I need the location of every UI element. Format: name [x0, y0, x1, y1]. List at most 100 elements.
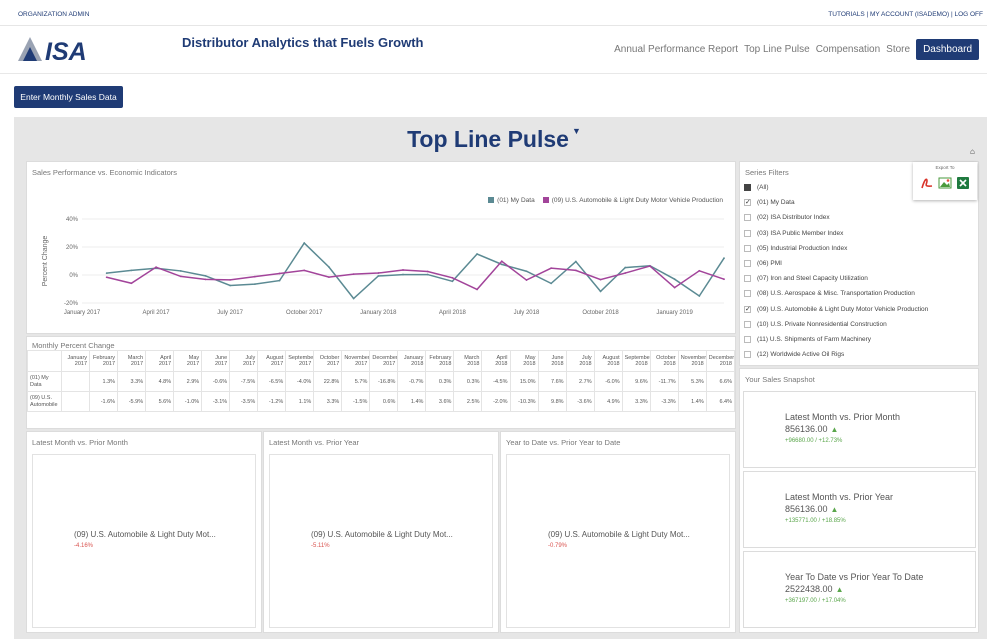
- filter-label: (12) Worldwide Active Oil Rigs: [757, 351, 845, 359]
- table-cell: 5.7%: [341, 371, 371, 392]
- data-point: [130, 269, 133, 272]
- table-cell: -1.2%: [257, 391, 287, 412]
- filter-checkbox[interactable]: [744, 290, 751, 298]
- filter-item[interactable]: (08) U.S. Aerospace & Misc. Transportati…: [744, 290, 915, 298]
- filter-item[interactable]: (12) Worldwide Active Oil Rigs: [744, 351, 845, 359]
- filter-item[interactable]: ✓ (01) My Data: [744, 199, 795, 207]
- data-point: [303, 242, 306, 244]
- data-point: [130, 282, 133, 285]
- filter-checkbox[interactable]: [744, 260, 751, 267]
- monthly-percent-change-panel: Monthly Percent Change January 2017 Febru…: [26, 336, 736, 429]
- up-arrow-icon: ▲: [835, 585, 844, 594]
- ytd-vs-prior-ytd-panel: Year to Date vs. Prior Year to Date (09)…: [500, 431, 736, 633]
- y-axis-label: Percent Change: [42, 236, 49, 287]
- data-point: [698, 295, 701, 297]
- table-cell: 0.6%: [369, 391, 399, 412]
- filter-checkbox[interactable]: [744, 351, 751, 359]
- column-header: October 2018: [649, 350, 679, 372]
- filter-item[interactable]: (06) PMI: [744, 260, 782, 267]
- filter-checkbox[interactable]: [744, 336, 751, 343]
- table-cell: -1.5%: [341, 391, 371, 412]
- column-header: July 2018: [565, 350, 595, 372]
- filter-checkbox[interactable]: [744, 214, 751, 222]
- column-header: August 2018: [593, 350, 623, 372]
- column-header: November 2018: [677, 350, 707, 372]
- column-header: April 2017: [145, 350, 175, 372]
- table-cell: -7.5%: [229, 371, 259, 392]
- data-point: [451, 276, 454, 279]
- account-links[interactable]: TUTORIALS | MY ACCOUNT (ISADEMO) | LOG O…: [828, 11, 983, 18]
- data-point: [574, 269, 577, 272]
- filter-item[interactable]: (07) Iron and Steel Capacity Utilization: [744, 275, 868, 283]
- snapshot-label: Latest Month vs. Prior Year: [785, 492, 894, 502]
- nav-dashboard-button[interactable]: Dashboard: [916, 39, 979, 60]
- title-filter-icon[interactable]: ▼: [572, 126, 581, 136]
- data-point: [377, 275, 380, 277]
- filter-checkbox[interactable]: [744, 184, 751, 191]
- table-cell: 1.4%: [397, 391, 427, 412]
- organization-admin-link[interactable]: ORGANIZATION ADMIN: [18, 11, 89, 18]
- nav-store[interactable]: Store: [886, 44, 910, 55]
- filter-checkbox[interactable]: ✓: [744, 199, 751, 207]
- table-cell: 0.3%: [453, 371, 483, 392]
- filter-label: (05) Industrial Production Index: [757, 244, 848, 252]
- logo-text: ISA: [45, 38, 87, 66]
- data-point: [278, 272, 281, 275]
- data-point: [402, 269, 404, 271]
- data-point: [352, 273, 355, 276]
- table-row: (01) My Data 1.3% 3.3% 4.8% 2.9% -0.6% -7.5% -6…: [27, 371, 736, 392]
- table-cell: -1.0%: [173, 391, 203, 412]
- snapshot-label: Latest Month vs. Prior Month: [785, 412, 901, 422]
- x-tick-label: January 2017: [64, 310, 101, 316]
- filter-item[interactable]: (10) U.S. Private Nonresidential Constru…: [744, 320, 887, 328]
- y-tick-label: 40%: [66, 217, 79, 223]
- table-cell: -3.5%: [229, 391, 259, 412]
- enter-monthly-sales-button[interactable]: Enter Monthly Sales Data: [14, 86, 123, 108]
- nav-compensation[interactable]: Compensation: [816, 44, 880, 55]
- column-header: September 2017: [285, 350, 315, 372]
- table-cell: 15.0%: [509, 371, 539, 392]
- isa-logo[interactable]: ISA: [16, 34, 106, 66]
- filter-item[interactable]: (03) ISA Public Member Index: [744, 229, 843, 237]
- x-tick-label: January 2019: [656, 310, 693, 316]
- filter-item[interactable]: (02) ISA Distributor Index: [744, 214, 830, 222]
- filter-item[interactable]: (11) U.S. Shipments of Farm Machinery: [744, 336, 871, 343]
- nav-top-line-pulse[interactable]: Top Line Pulse: [744, 44, 810, 55]
- export-excel-icon[interactable]: [956, 176, 970, 190]
- latest-month-vs-prior-month-panel: Latest Month vs. Prior Month (09) U.S. A…: [26, 431, 262, 633]
- data-point: [105, 276, 108, 279]
- filter-checkbox[interactable]: [744, 229, 751, 237]
- filter-checkbox[interactable]: [744, 275, 751, 283]
- filter-label: (All): [757, 184, 769, 191]
- table-cell: -16.8%: [369, 371, 399, 392]
- filter-item[interactable]: ✓ (09) U.S. Automobile & Light Duty Motor…: [744, 305, 929, 313]
- data-point: [179, 275, 182, 278]
- data-point: [377, 272, 380, 274]
- filter-checkbox[interactable]: [744, 244, 751, 252]
- table-cell: [60, 371, 91, 392]
- nav-annual-performance-report[interactable]: Annual Performance Report: [614, 44, 738, 55]
- table-cell: 9.6%: [621, 371, 651, 392]
- export-image-icon[interactable]: [938, 176, 952, 190]
- data-point: [500, 260, 503, 263]
- data-point: [229, 284, 232, 287]
- filter-item[interactable]: (All): [744, 184, 769, 191]
- line-chart[interactable]: 40% 20% 0% -20% Percent Change January 2017 Ap…: [27, 162, 737, 335]
- filter-label: (09) U.S. Automobile & Light Duty Motor …: [757, 305, 929, 313]
- export-pdf-icon[interactable]: [920, 176, 934, 190]
- table-cell: 2.7%: [565, 371, 595, 392]
- filter-checkbox[interactable]: [744, 320, 751, 328]
- filter-checkbox[interactable]: ✓: [744, 305, 751, 313]
- table-cell: 1.4%: [677, 391, 707, 412]
- x-tick-label: April 2018: [439, 310, 467, 316]
- snapshot-card: Latest Month vs. Prior Year 856136.00 ▲ +…: [743, 471, 976, 548]
- table-cell: [60, 391, 91, 412]
- top-navigation: Annual Performance Report Top Line Pulse…: [614, 39, 979, 60]
- filter-item[interactable]: (05) Industrial Production Index: [744, 244, 848, 252]
- y-tick-label: -20%: [64, 301, 79, 307]
- column-header: August 2017: [257, 350, 287, 372]
- home-icon[interactable]: ⌂: [970, 147, 975, 156]
- data-point: [328, 266, 330, 268]
- data-point: [155, 266, 157, 269]
- filter-label: (11) U.S. Shipments of Farm Machinery: [757, 336, 872, 343]
